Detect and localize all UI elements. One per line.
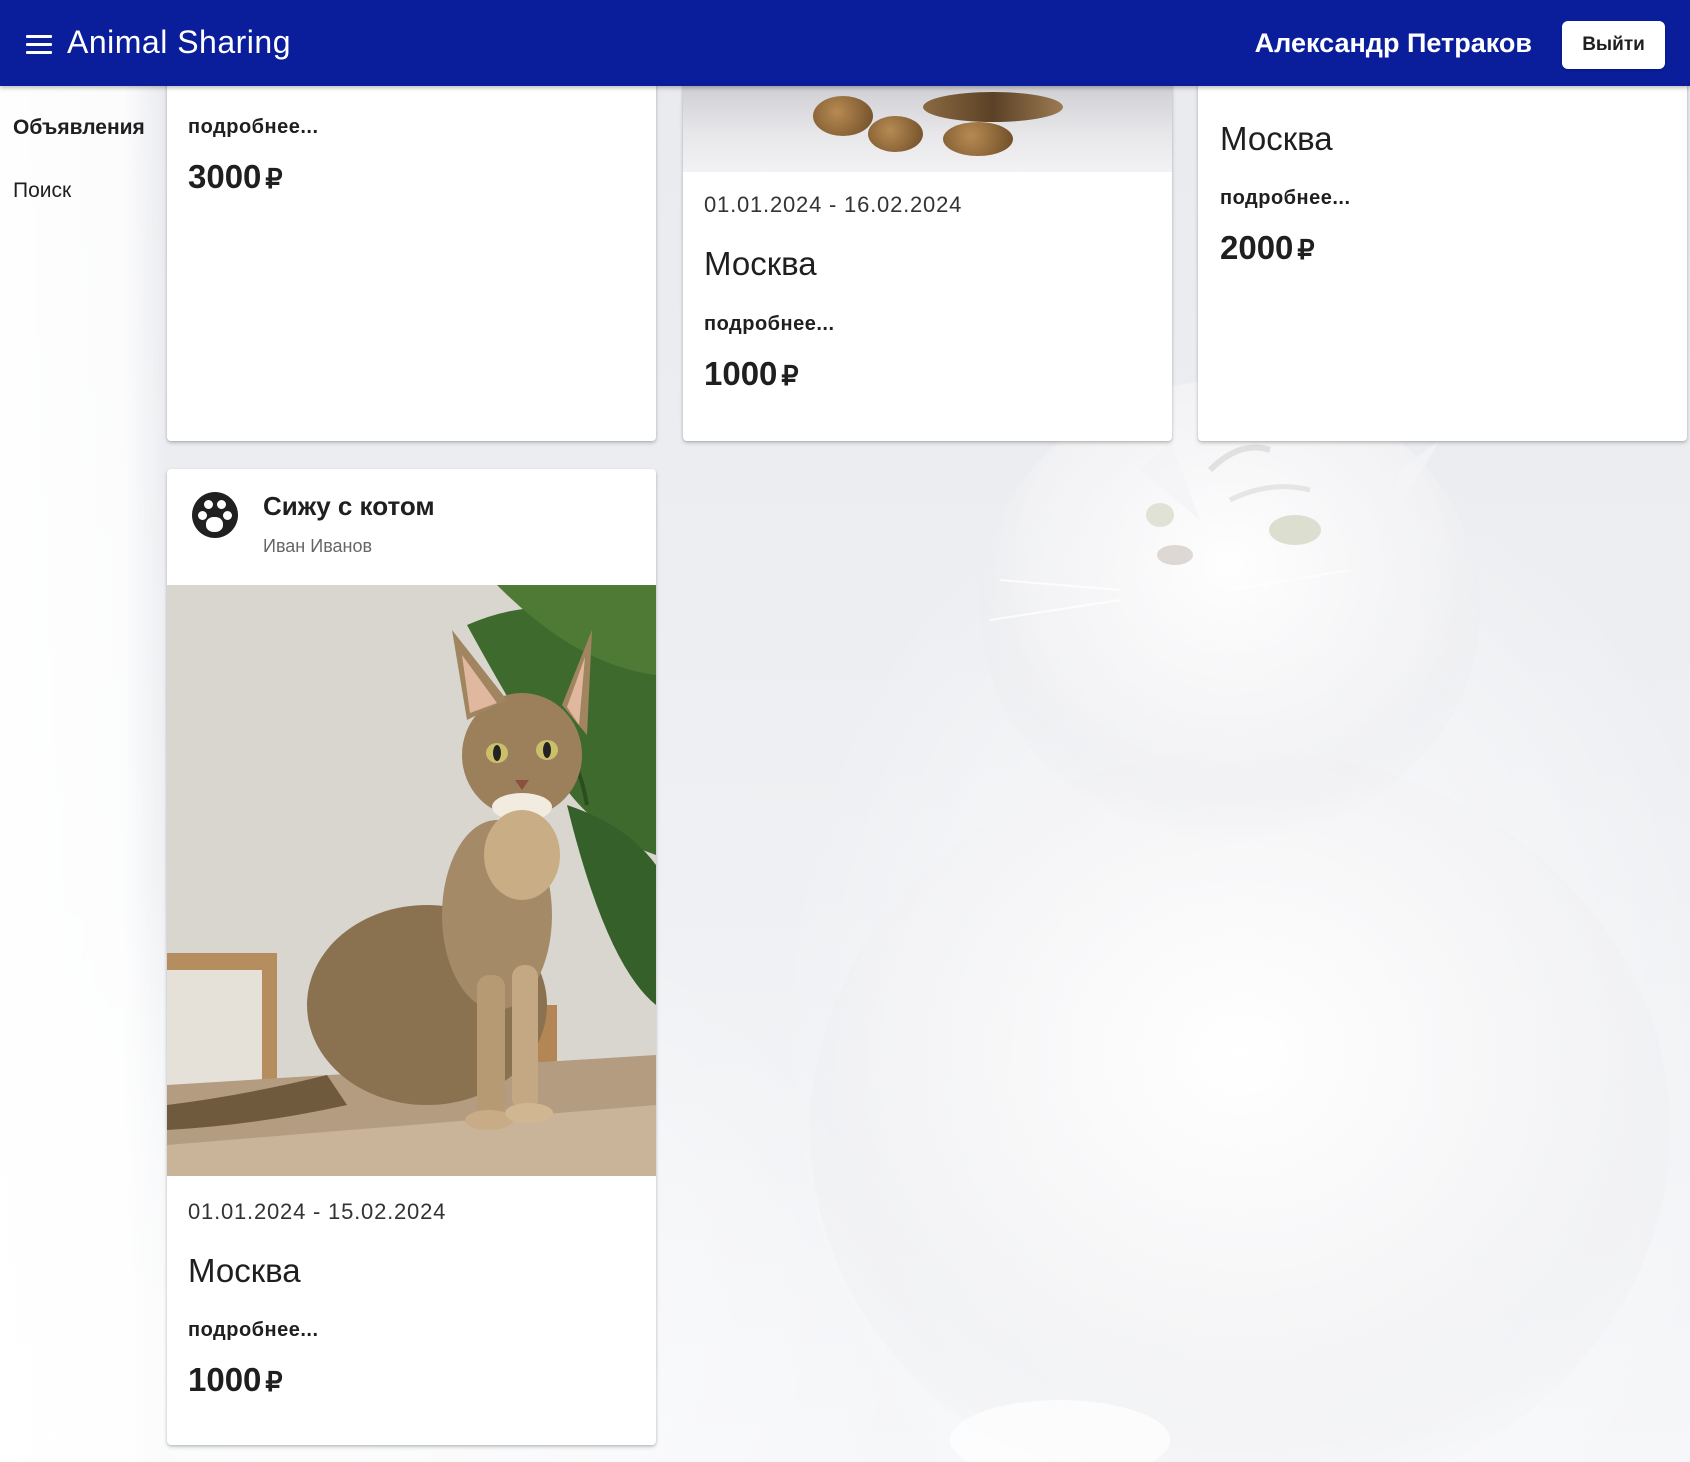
pets-avatar-icon — [192, 492, 238, 538]
card-header: Сижу с котом Иван Иванов — [167, 469, 656, 585]
user-name: Александр Петраков — [1254, 28, 1532, 58]
city: Москва — [704, 245, 817, 282]
currency-symbol: ₽ — [1297, 235, 1315, 265]
sidebar: Объявления Поиск — [0, 86, 166, 1462]
sidebar-item-search[interactable]: Поиск — [13, 179, 71, 203]
logout-button[interactable]: Выйти — [1562, 21, 1665, 69]
price-value: 1000 — [704, 355, 778, 392]
currency-symbol: ₽ — [265, 164, 283, 194]
currency-symbol: ₽ — [781, 361, 799, 391]
price: 3000 ₽ — [188, 158, 283, 196]
listing-card[interactable]: Сижу с котом Иван Иванов 01.01.2024 - 15… — [167, 469, 656, 1445]
listing-card[interactable]: Москва подробнее... 2000 ₽ — [1198, 70, 1687, 441]
price: 2000 ₽ — [1220, 229, 1315, 267]
listing-card[interactable]: подробнее... 3000 ₽ — [167, 70, 656, 441]
city: Москва — [1220, 120, 1333, 157]
more-link[interactable]: подробнее... — [188, 1319, 319, 1342]
menu-icon[interactable] — [26, 33, 54, 55]
price: 1000 ₽ — [704, 355, 799, 393]
price: 1000 ₽ — [188, 1361, 283, 1399]
listing-card[interactable]: 01.01.2024 - 16.02.2024 Москва подробнее… — [683, 70, 1172, 441]
price-value: 2000 — [1220, 229, 1294, 266]
card-title: Сижу с котом — [263, 491, 435, 521]
more-link[interactable]: подробнее... — [704, 313, 835, 336]
sidebar-item-listings[interactable]: Объявления — [13, 116, 145, 140]
date-range: 01.01.2024 - 16.02.2024 — [704, 192, 963, 217]
price-value: 3000 — [188, 158, 262, 195]
cat-photo — [167, 585, 656, 1176]
date-range: 01.01.2024 - 15.02.2024 — [188, 1199, 447, 1224]
city: Москва — [188, 1252, 301, 1289]
more-link[interactable]: подробнее... — [188, 116, 319, 139]
app-bar: Animal Sharing Александр Петраков Выйти — [0, 0, 1690, 86]
card-author: Иван Иванов — [263, 536, 373, 556]
cat-photo — [683, 86, 1172, 172]
app-title[interactable]: Animal Sharing — [67, 22, 291, 62]
more-link[interactable]: подробнее... — [1220, 187, 1351, 210]
price-value: 1000 — [188, 1361, 262, 1398]
currency-symbol: ₽ — [265, 1367, 283, 1397]
